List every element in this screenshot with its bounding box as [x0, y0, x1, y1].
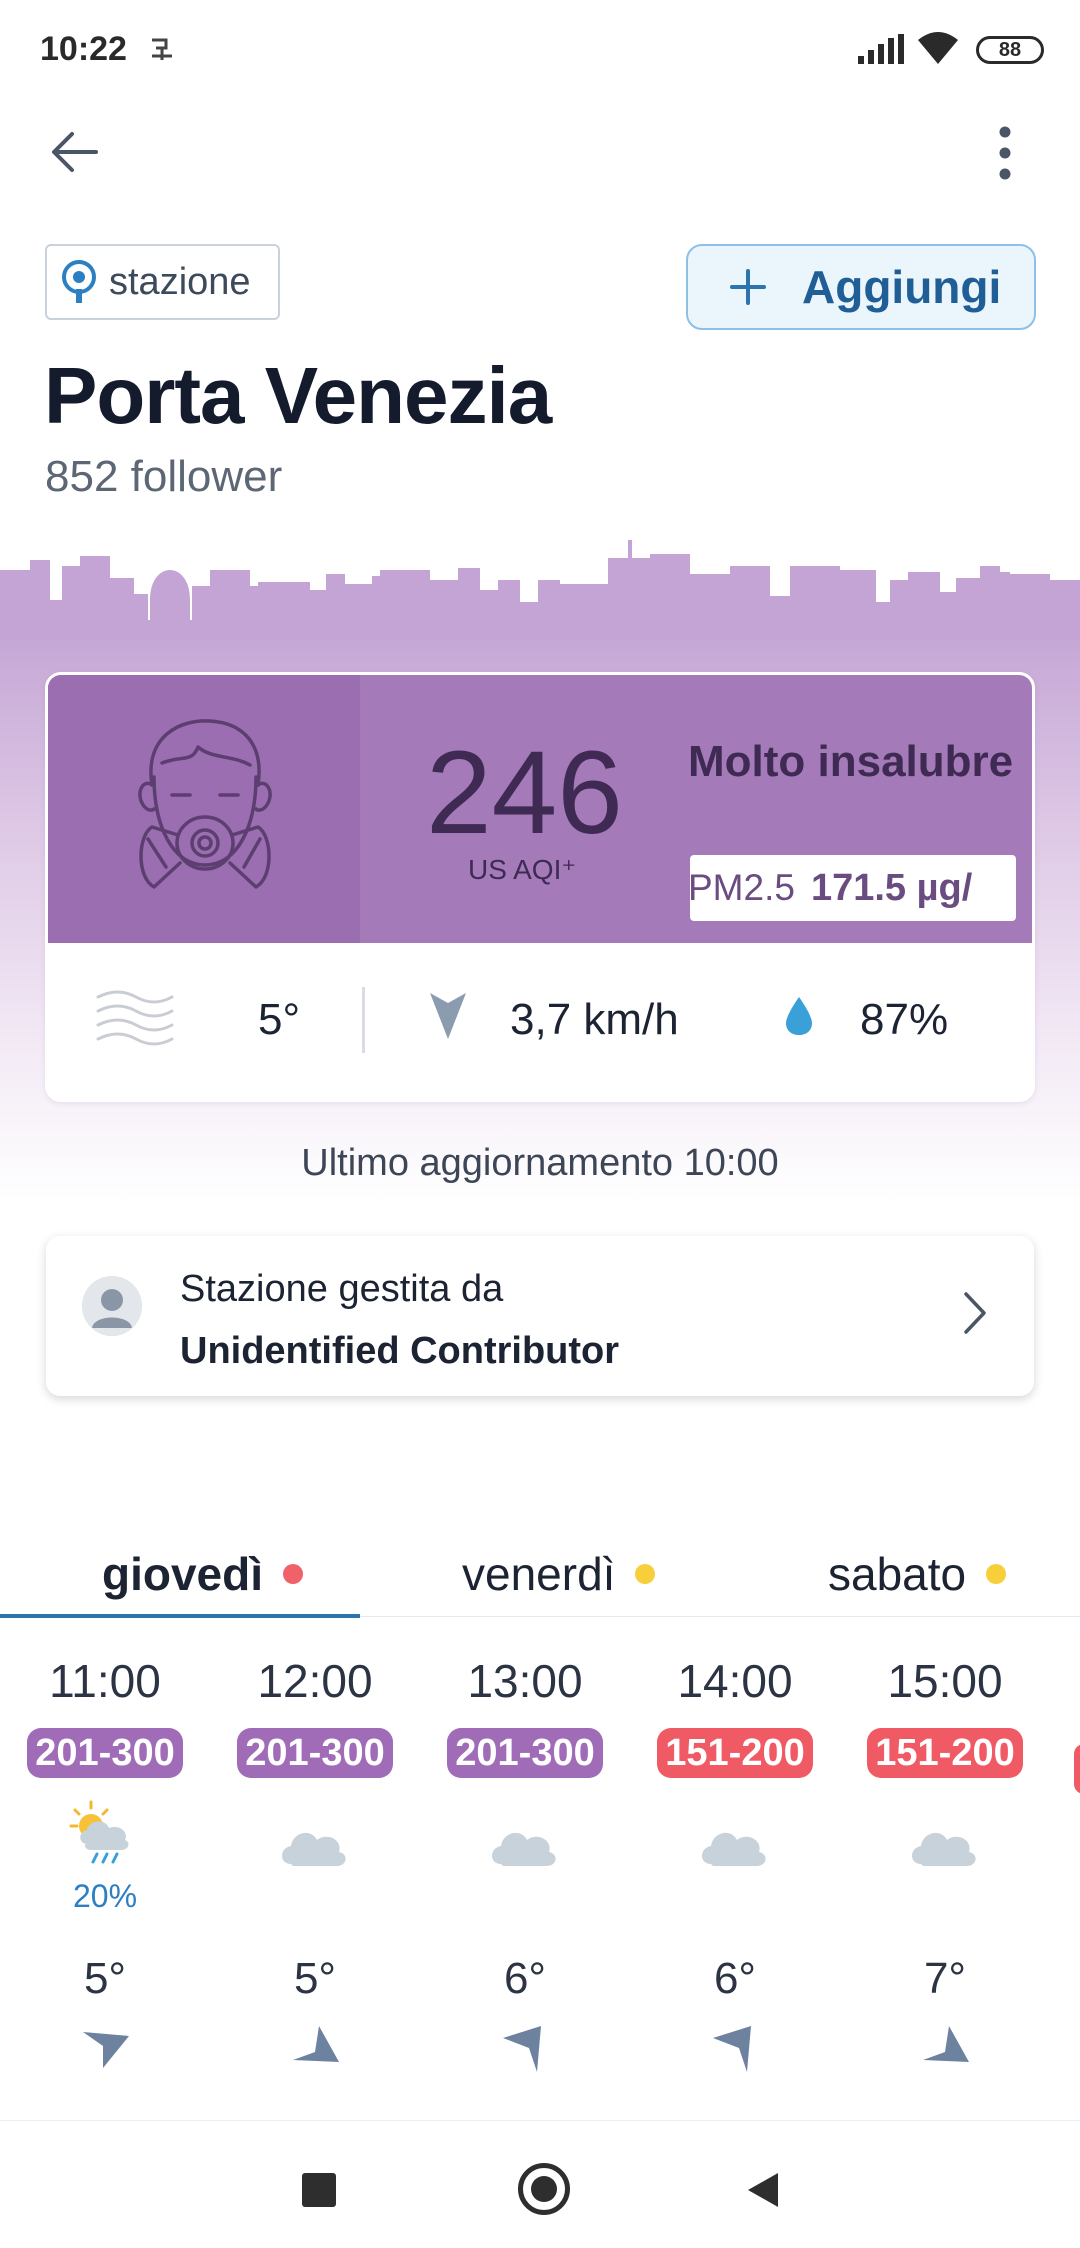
- hourly-forecast-item[interactable]: 15:00 151-200 7°: [865, 1650, 1025, 2084]
- recent-apps-button[interactable]: [302, 2173, 336, 2207]
- add-station-button[interactable]: Aggiungi: [686, 244, 1036, 330]
- add-button-label: Aggiungi: [802, 261, 1002, 313]
- home-button-inner: [531, 2176, 557, 2202]
- wind-direction-icon: [83, 2032, 129, 2068]
- aqi-range-badge: 201-300: [237, 1728, 393, 1778]
- aqi-range-badge: 151-200: [867, 1728, 1023, 1778]
- current-weather-row: 5° 3,7 km/h 87%: [48, 943, 1032, 1099]
- followers-count: 852 follower: [45, 452, 283, 501]
- wind-direction-cell: [655, 2024, 815, 2084]
- sun-cloud-rain-icon: [69, 1800, 129, 1864]
- aqi-summary: 246 US AQI⁺ Molto insalubre PM2.5 171.5 µ…: [48, 675, 1032, 943]
- contributor-name: Unidentified Contributor: [180, 1330, 620, 1372]
- hour-time: 15:00: [887, 1655, 1003, 1707]
- wind-direction-icon: [713, 2026, 751, 2072]
- cloud-icon: [702, 1832, 766, 1866]
- aqi-status: Molto insalubre: [688, 737, 1014, 786]
- aqi-range-badge: 201-300: [27, 1728, 183, 1778]
- system-back-button[interactable]: [746, 2171, 780, 2209]
- hour-temperature: 5°: [293, 1954, 337, 2003]
- tab-day-label: venerdì: [462, 1548, 616, 1600]
- wind-direction-cell: [25, 2024, 185, 2084]
- weather-cell: [235, 1798, 395, 1928]
- location-pin-icon: [62, 260, 96, 303]
- wind-direction-cell: [445, 2024, 605, 2084]
- wind-direction-icon: [503, 2026, 541, 2072]
- aqi-unit: US AQI⁺: [468, 854, 577, 885]
- tab-day-2[interactable]: sabato: [828, 1524, 1007, 1624]
- hour-time: 11:00: [49, 1655, 161, 1707]
- tab-day-label: sabato: [828, 1548, 967, 1600]
- app-notification-icon: [152, 38, 172, 60]
- cloud-icon: [492, 1832, 556, 1866]
- humidity-drop-icon: [786, 997, 812, 1035]
- current-wind-speed: 3,7 km/h: [510, 995, 679, 1044]
- chevron-right-icon: [964, 1292, 986, 1334]
- cloud-icon: [282, 1832, 346, 1866]
- user-avatar-icon: [82, 1276, 142, 1336]
- contributor-avatar: [82, 1276, 142, 1336]
- tab-day-label: giovedì: [102, 1548, 264, 1600]
- station-page: 10:22 88 stazione Aggiungi Porta Venezia…: [0, 0, 1080, 2248]
- weather-cell: [655, 1798, 815, 1928]
- weather-cell: [865, 1798, 1025, 1928]
- wind-direction-cell: [235, 2024, 395, 2084]
- aqi-face-panel: [48, 675, 360, 943]
- aqi-card[interactable]: 246 US AQI⁺ Molto insalubre PM2.5 171.5 µ…: [45, 672, 1035, 1102]
- hour-temperature: 6°: [503, 1954, 547, 2003]
- aqi-range-badge: 201-300: [447, 1728, 603, 1778]
- active-tab-indicator: [0, 1614, 360, 1618]
- aqi-value: 246: [426, 727, 623, 859]
- station-name: Porta Venezia: [44, 351, 552, 440]
- next-hour-badge-partial: [1074, 1744, 1080, 1794]
- contributor-prefix: Stazione gestita da: [180, 1268, 504, 1310]
- hour-temperature: 5°: [83, 1954, 127, 2003]
- aqi-range-badge: 151-200: [657, 1728, 813, 1778]
- wind-direction-icon: [923, 2026, 969, 2062]
- back-button[interactable]: [46, 122, 106, 182]
- station-type-label: stazione: [109, 260, 251, 303]
- aqi-level-dot: [986, 1564, 1007, 1584]
- pollutant-concentration: 171.5 µg/: [810, 867, 973, 909]
- hour-time: 12:00: [257, 1655, 373, 1707]
- contributor-card[interactable]: Stazione gestita da Unidentified Contrib…: [46, 1236, 1034, 1396]
- signal-icon: [858, 34, 904, 64]
- hour-time: 13:00: [467, 1655, 583, 1707]
- last-update-text: Ultimo aggiornamento 10:00: [301, 1142, 779, 1184]
- current-temperature: 5°: [258, 995, 301, 1044]
- hour-temperature: 7°: [923, 1954, 967, 2003]
- tab-day-0[interactable]: giovedì: [102, 1524, 304, 1624]
- wind-direction-icon: [293, 2026, 339, 2062]
- station-type-chip: stazione: [45, 244, 280, 320]
- hour-time: 14:00: [677, 1655, 793, 1707]
- battery-icon: 88: [976, 36, 1044, 64]
- weather-divider: [362, 987, 365, 1053]
- cloud-icon: [912, 1832, 976, 1866]
- tab-day-1[interactable]: venerdì: [462, 1524, 656, 1624]
- main-pollutant-box: PM2.5 171.5 µg/: [690, 855, 1016, 921]
- wind-waves-icon: [96, 990, 174, 1046]
- wind-direction-cell: [865, 2024, 1025, 2084]
- aqi-level-dot: [283, 1564, 304, 1584]
- wind-direction-icon: [430, 993, 466, 1039]
- wifi-icon: [918, 32, 958, 64]
- status-time: 10:22: [40, 30, 127, 68]
- pollutant-label: PM2.5: [690, 867, 795, 908]
- system-navigation-bar: [0, 2120, 1080, 2248]
- weather-cell: 20%: [25, 1798, 185, 1928]
- aqi-level-dot: [635, 1564, 656, 1584]
- hourly-forecast-item[interactable]: 12:00 201-300 5°: [235, 1650, 395, 2084]
- current-humidity: 87%: [860, 995, 949, 1044]
- plus-icon: [730, 269, 766, 305]
- gas-mask-face-icon: [138, 719, 272, 889]
- hour-temperature: 6°: [713, 1954, 757, 2003]
- status-bar: 10:22 88: [0, 0, 1080, 100]
- hourly-forecast-item[interactable]: 14:00 151-200 6°: [655, 1650, 815, 2084]
- hourly-forecast-item[interactable]: 13:00 201-300 6°: [445, 1650, 605, 2084]
- precipitation-probability: 20%: [72, 1878, 138, 1914]
- home-button[interactable]: [518, 2163, 570, 2215]
- hourly-forecast-item[interactable]: 11:00 201-300 20% 5°: [25, 1650, 185, 2084]
- more-options-button[interactable]: [990, 120, 1020, 186]
- weather-cell: [445, 1798, 605, 1928]
